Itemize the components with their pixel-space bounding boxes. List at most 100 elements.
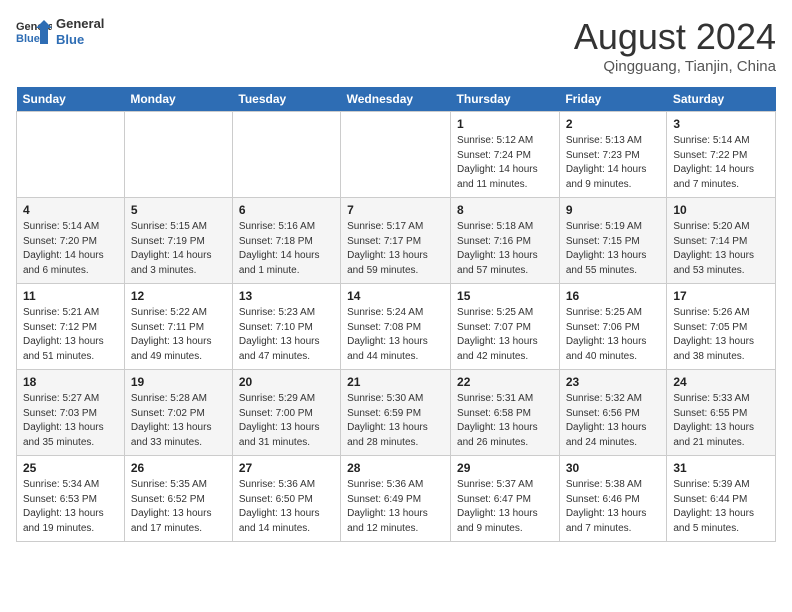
calendar-cell: 21 Sunrise: 5:30 AM Sunset: 6:59 PM Dayli… [341, 370, 451, 456]
day-number: 17 [673, 289, 769, 303]
day-info: Sunrise: 5:20 AM Sunset: 7:14 PM Dayligh… [673, 220, 769, 278]
day-number: 15 [457, 289, 553, 303]
logo-text: General Blue [56, 16, 104, 47]
calendar-cell: 26 Sunrise: 5:35 AM Sunset: 6:52 PM Dayli… [124, 456, 232, 542]
calendar-header: SundayMondayTuesdayWednesdayThursdayFrid… [17, 87, 776, 112]
day-number: 1 [457, 117, 553, 131]
day-number: 3 [673, 117, 769, 131]
calendar-cell: 27 Sunrise: 5:36 AM Sunset: 6:50 PM Dayli… [232, 456, 340, 542]
day-info: Sunrise: 5:13 AM Sunset: 7:23 PM Dayligh… [566, 134, 661, 192]
day-info: Sunrise: 5:33 AM Sunset: 6:55 PM Dayligh… [673, 392, 769, 450]
day-number: 13 [239, 289, 334, 303]
day-info: Sunrise: 5:27 AM Sunset: 7:03 PM Dayligh… [23, 392, 118, 450]
calendar-cell: 19 Sunrise: 5:28 AM Sunset: 7:02 PM Dayli… [124, 370, 232, 456]
day-number: 31 [673, 461, 769, 475]
day-info: Sunrise: 5:26 AM Sunset: 7:05 PM Dayligh… [673, 306, 769, 364]
calendar-cell: 6Sunrise: 5:16 AM Sunset: 7:18 PM Daylig… [232, 198, 340, 284]
day-number: 23 [566, 375, 661, 389]
day-number: 26 [131, 461, 226, 475]
calendar-cell: 25Sunrise: 5:34 AM Sunset: 6:53 PM Dayli… [17, 456, 125, 542]
calendar-cell: 10 Sunrise: 5:20 AM Sunset: 7:14 PM Dayli… [667, 198, 776, 284]
calendar-cell: 12Sunrise: 5:22 AM Sunset: 7:11 PM Dayli… [124, 284, 232, 370]
day-number: 18 [23, 375, 118, 389]
calendar-cell [124, 112, 232, 198]
calendar-week-2: 4Sunrise: 5:14 AM Sunset: 7:20 PM Daylig… [17, 198, 776, 284]
day-number: 20 [239, 375, 334, 389]
day-number: 21 [347, 375, 444, 389]
day-info: Sunrise: 5:17 AM Sunset: 7:17 PM Dayligh… [347, 220, 444, 278]
day-info: Sunrise: 5:31 AM Sunset: 6:58 PM Dayligh… [457, 392, 553, 450]
day-number: 10 [673, 203, 769, 217]
calendar-table: SundayMondayTuesdayWednesdayThursdayFrid… [16, 87, 776, 542]
header-row: SundayMondayTuesdayWednesdayThursdayFrid… [17, 87, 776, 112]
calendar-cell: 5Sunrise: 5:15 AM Sunset: 7:19 PM Daylig… [124, 198, 232, 284]
calendar-cell: 16Sunrise: 5:25 AM Sunset: 7:06 PM Dayli… [559, 284, 667, 370]
day-number: 6 [239, 203, 334, 217]
day-info: Sunrise: 5:36 AM Sunset: 6:50 PM Dayligh… [239, 478, 334, 536]
day-number: 19 [131, 375, 226, 389]
day-number: 5 [131, 203, 226, 217]
day-info: Sunrise: 5:38 AM Sunset: 6:46 PM Dayligh… [566, 478, 661, 536]
header-cell-thursday: Thursday [451, 87, 560, 112]
calendar-cell: 31Sunrise: 5:39 AM Sunset: 6:44 PM Dayli… [667, 456, 776, 542]
header-cell-sunday: Sunday [17, 87, 125, 112]
calendar-cell: 28 Sunrise: 5:36 AM Sunset: 6:49 PM Dayli… [341, 456, 451, 542]
day-number: 28 [347, 461, 444, 475]
calendar-cell: 14Sunrise: 5:24 AM Sunset: 7:08 PM Dayli… [341, 284, 451, 370]
day-number: 27 [239, 461, 334, 475]
day-number: 29 [457, 461, 553, 475]
calendar-cell: 23Sunrise: 5:32 AM Sunset: 6:56 PM Dayli… [559, 370, 667, 456]
day-number: 30 [566, 461, 661, 475]
calendar-cell: 20 Sunrise: 5:29 AM Sunset: 7:00 PM Dayli… [232, 370, 340, 456]
day-number: 9 [566, 203, 661, 217]
calendar-cell [341, 112, 451, 198]
title-block: August 2024 Qingguang, Tianjin, China [574, 16, 776, 75]
calendar-cell: 4Sunrise: 5:14 AM Sunset: 7:20 PM Daylig… [17, 198, 125, 284]
calendar-cell: 18 Sunrise: 5:27 AM Sunset: 7:03 PM Dayli… [17, 370, 125, 456]
day-info: Sunrise: 5:21 AM Sunset: 7:12 PM Dayligh… [23, 306, 118, 364]
calendar-cell: 3Sunrise: 5:14 AM Sunset: 7:22 PM Daylig… [667, 112, 776, 198]
location-subtitle: Qingguang, Tianjin, China [574, 58, 776, 75]
page-header: General Blue General Blue August 2024 Qi… [16, 16, 776, 75]
day-info: Sunrise: 5:36 AM Sunset: 6:49 PM Dayligh… [347, 478, 444, 536]
calendar-cell: 8 Sunrise: 5:18 AM Sunset: 7:16 PM Daylig… [451, 198, 560, 284]
calendar-cell: 30 Sunrise: 5:38 AM Sunset: 6:46 PM Dayli… [559, 456, 667, 542]
calendar-week-3: 11 Sunrise: 5:21 AM Sunset: 7:12 PM Dayli… [17, 284, 776, 370]
logo: General Blue General Blue [16, 16, 104, 48]
day-info: Sunrise: 5:28 AM Sunset: 7:02 PM Dayligh… [131, 392, 226, 450]
day-info: Sunrise: 5:30 AM Sunset: 6:59 PM Dayligh… [347, 392, 444, 450]
day-info: Sunrise: 5:12 AM Sunset: 7:24 PM Dayligh… [457, 134, 553, 192]
day-info: Sunrise: 5:29 AM Sunset: 7:00 PM Dayligh… [239, 392, 334, 450]
day-number: 24 [673, 375, 769, 389]
calendar-cell: 1 Sunrise: 5:12 AM Sunset: 7:24 PM Daylig… [451, 112, 560, 198]
day-number: 22 [457, 375, 553, 389]
day-number: 16 [566, 289, 661, 303]
header-cell-saturday: Saturday [667, 87, 776, 112]
month-year-title: August 2024 [574, 16, 776, 58]
day-number: 11 [23, 289, 118, 303]
calendar-cell: 9 Sunrise: 5:19 AM Sunset: 7:15 PM Daylig… [559, 198, 667, 284]
calendar-cell: 29 Sunrise: 5:37 AM Sunset: 6:47 PM Dayli… [451, 456, 560, 542]
calendar-cell: 22 Sunrise: 5:31 AM Sunset: 6:58 PM Dayli… [451, 370, 560, 456]
header-cell-wednesday: Wednesday [341, 87, 451, 112]
calendar-week-4: 18 Sunrise: 5:27 AM Sunset: 7:03 PM Dayli… [17, 370, 776, 456]
day-info: Sunrise: 5:19 AM Sunset: 7:15 PM Dayligh… [566, 220, 661, 278]
day-info: Sunrise: 5:34 AM Sunset: 6:53 PM Dayligh… [23, 478, 118, 536]
day-info: Sunrise: 5:37 AM Sunset: 6:47 PM Dayligh… [457, 478, 553, 536]
day-info: Sunrise: 5:23 AM Sunset: 7:10 PM Dayligh… [239, 306, 334, 364]
svg-text:Blue: Blue [16, 33, 40, 45]
header-cell-friday: Friday [559, 87, 667, 112]
day-info: Sunrise: 5:18 AM Sunset: 7:16 PM Dayligh… [457, 220, 553, 278]
logo-icon: General Blue [16, 16, 52, 48]
calendar-cell: 17 Sunrise: 5:26 AM Sunset: 7:05 PM Dayli… [667, 284, 776, 370]
day-info: Sunrise: 5:24 AM Sunset: 7:08 PM Dayligh… [347, 306, 444, 364]
day-info: Sunrise: 5:35 AM Sunset: 6:52 PM Dayligh… [131, 478, 226, 536]
day-number: 2 [566, 117, 661, 131]
calendar-cell: 2 Sunrise: 5:13 AM Sunset: 7:23 PM Daylig… [559, 112, 667, 198]
day-info: Sunrise: 5:25 AM Sunset: 7:07 PM Dayligh… [457, 306, 553, 364]
day-info: Sunrise: 5:22 AM Sunset: 7:11 PM Dayligh… [131, 306, 226, 364]
day-number: 8 [457, 203, 553, 217]
calendar-cell: 24 Sunrise: 5:33 AM Sunset: 6:55 PM Dayli… [667, 370, 776, 456]
calendar-cell: 11 Sunrise: 5:21 AM Sunset: 7:12 PM Dayli… [17, 284, 125, 370]
calendar-week-1: 1 Sunrise: 5:12 AM Sunset: 7:24 PM Daylig… [17, 112, 776, 198]
